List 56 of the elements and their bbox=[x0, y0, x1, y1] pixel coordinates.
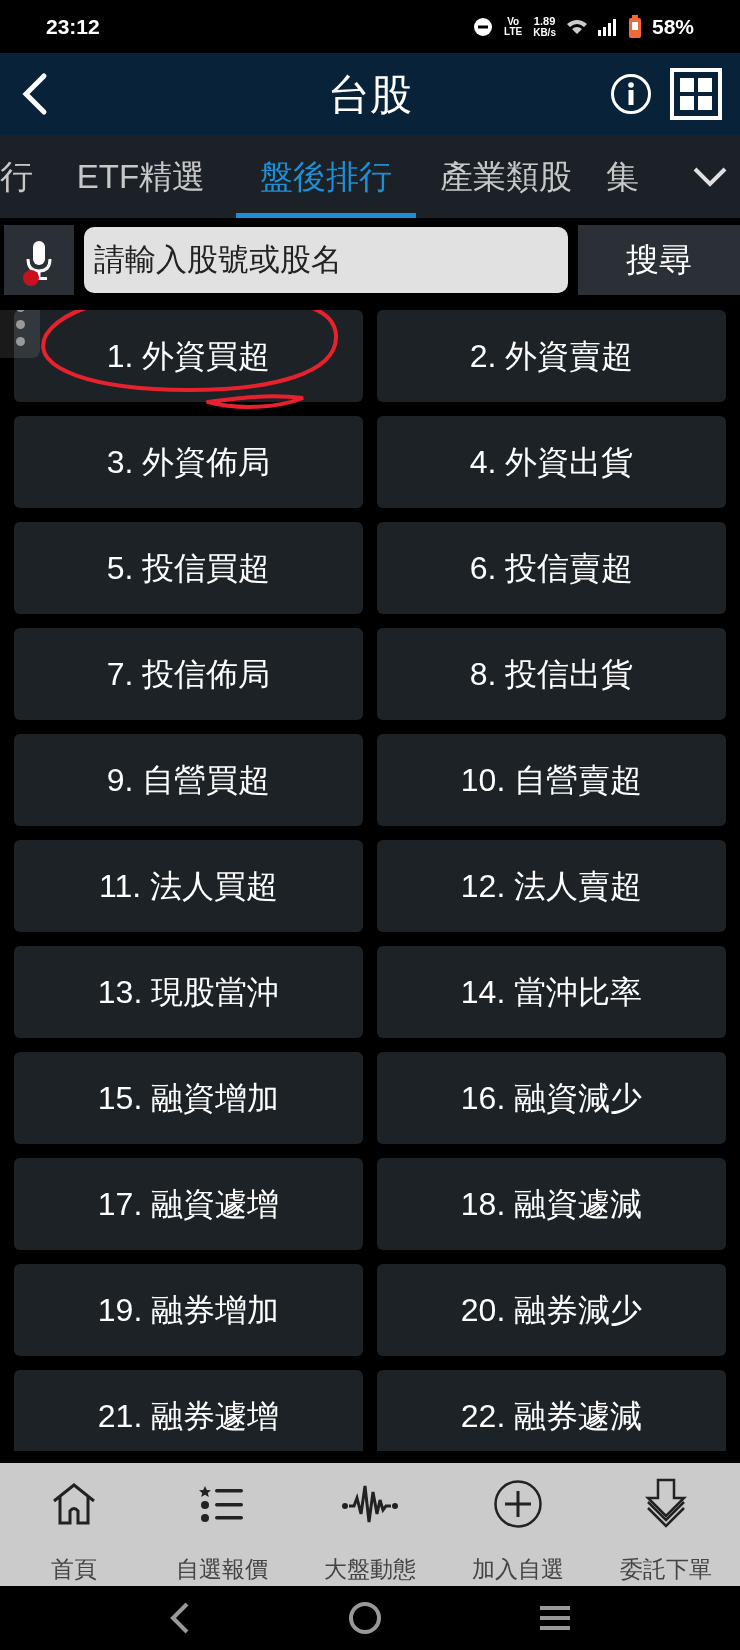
nav-tab[interactable]: 大盤動態 bbox=[296, 1463, 444, 1586]
speed-unit: KB/s bbox=[533, 26, 556, 38]
voice-input-button[interactable] bbox=[4, 225, 74, 295]
ranking-button[interactable]: 14. 當沖比率 bbox=[377, 946, 726, 1038]
ranking-button[interactable]: 5. 投信買超 bbox=[14, 522, 363, 614]
ranking-button[interactable]: 15. 融資增加 bbox=[14, 1052, 363, 1144]
nav-label: 大盤動態 bbox=[324, 1554, 416, 1584]
category-tab[interactable]: ETF精選 bbox=[46, 135, 236, 218]
ranking-button[interactable]: 16. 融資減少 bbox=[377, 1052, 726, 1144]
category-tab[interactable]: 盤後排行 bbox=[236, 135, 416, 218]
system-menu-icon[interactable] bbox=[538, 1604, 572, 1632]
ranking-button[interactable]: 11. 法人買超 bbox=[14, 840, 363, 932]
nav-tab[interactable]: 委託下單 bbox=[592, 1463, 740, 1586]
side-handle[interactable] bbox=[0, 310, 40, 358]
network-type: Vo LTE bbox=[503, 16, 524, 37]
nav-label: 加入自選 bbox=[472, 1554, 564, 1584]
category-tab[interactable]: 行 bbox=[0, 135, 46, 218]
ranking-button[interactable]: 20. 融券減少 bbox=[377, 1264, 726, 1356]
ranking-button[interactable]: 6. 投信賣超 bbox=[377, 522, 726, 614]
ranking-button[interactable]: 21. 融券遽增 bbox=[14, 1370, 363, 1451]
ranking-button[interactable]: 19. 融券增加 bbox=[14, 1264, 363, 1356]
ranking-button[interactable]: 4. 外資出貨 bbox=[377, 416, 726, 508]
ranking-button[interactable]: 22. 融券遽減 bbox=[377, 1370, 726, 1451]
nav-label: 自選報價 bbox=[176, 1554, 268, 1584]
system-home-icon[interactable] bbox=[348, 1601, 382, 1635]
signal-icon bbox=[597, 17, 618, 36]
category-tab[interactable]: 集 bbox=[596, 135, 676, 218]
info-icon[interactable] bbox=[610, 73, 652, 115]
ranking-button[interactable]: 12. 法人賣超 bbox=[377, 840, 726, 932]
ranking-button[interactable]: 7. 投信佈局 bbox=[14, 628, 363, 720]
nav-label: 委託下單 bbox=[620, 1554, 712, 1584]
chevron-down-icon bbox=[692, 165, 728, 188]
nav-tab[interactable]: 加入自選 bbox=[444, 1463, 592, 1586]
do-not-disturb-icon bbox=[473, 16, 494, 37]
ranking-button[interactable]: 3. 外資佈局 bbox=[14, 416, 363, 508]
ranking-button[interactable]: 13. 現股當沖 bbox=[14, 946, 363, 1038]
ranking-button[interactable]: 17. 融資遽增 bbox=[14, 1158, 363, 1250]
ranking-button[interactable]: 2. 外資賣超 bbox=[377, 310, 726, 402]
search-field[interactable]: 請輸入股號或股名 bbox=[84, 227, 568, 293]
ranking-button[interactable]: 18. 融資遽減 bbox=[377, 1158, 726, 1250]
ranking-button[interactable]: 1. 外資買超 bbox=[14, 310, 363, 402]
ranking-button[interactable]: 8. 投信出貨 bbox=[377, 628, 726, 720]
ranking-button[interactable]: 10. 自營賣超 bbox=[377, 734, 726, 826]
ranking-button[interactable]: 9. 自營買超 bbox=[14, 734, 363, 826]
nav-tab[interactable]: 自選報價 bbox=[148, 1463, 296, 1586]
nav-tab[interactable]: 首頁 bbox=[0, 1463, 148, 1586]
search-button[interactable]: 搜尋 bbox=[578, 225, 740, 295]
category-tab[interactable]: 產業類股 bbox=[416, 135, 596, 218]
wifi-icon bbox=[565, 17, 588, 36]
speed-value: 1.89 bbox=[533, 15, 556, 27]
nav-label: 首頁 bbox=[51, 1554, 97, 1584]
grid-menu-icon[interactable] bbox=[670, 68, 722, 120]
clock: 23:12 bbox=[46, 13, 100, 40]
battery-level: 58% bbox=[651, 13, 694, 40]
battery-icon bbox=[627, 14, 642, 39]
page-title: 台股 bbox=[328, 69, 412, 120]
